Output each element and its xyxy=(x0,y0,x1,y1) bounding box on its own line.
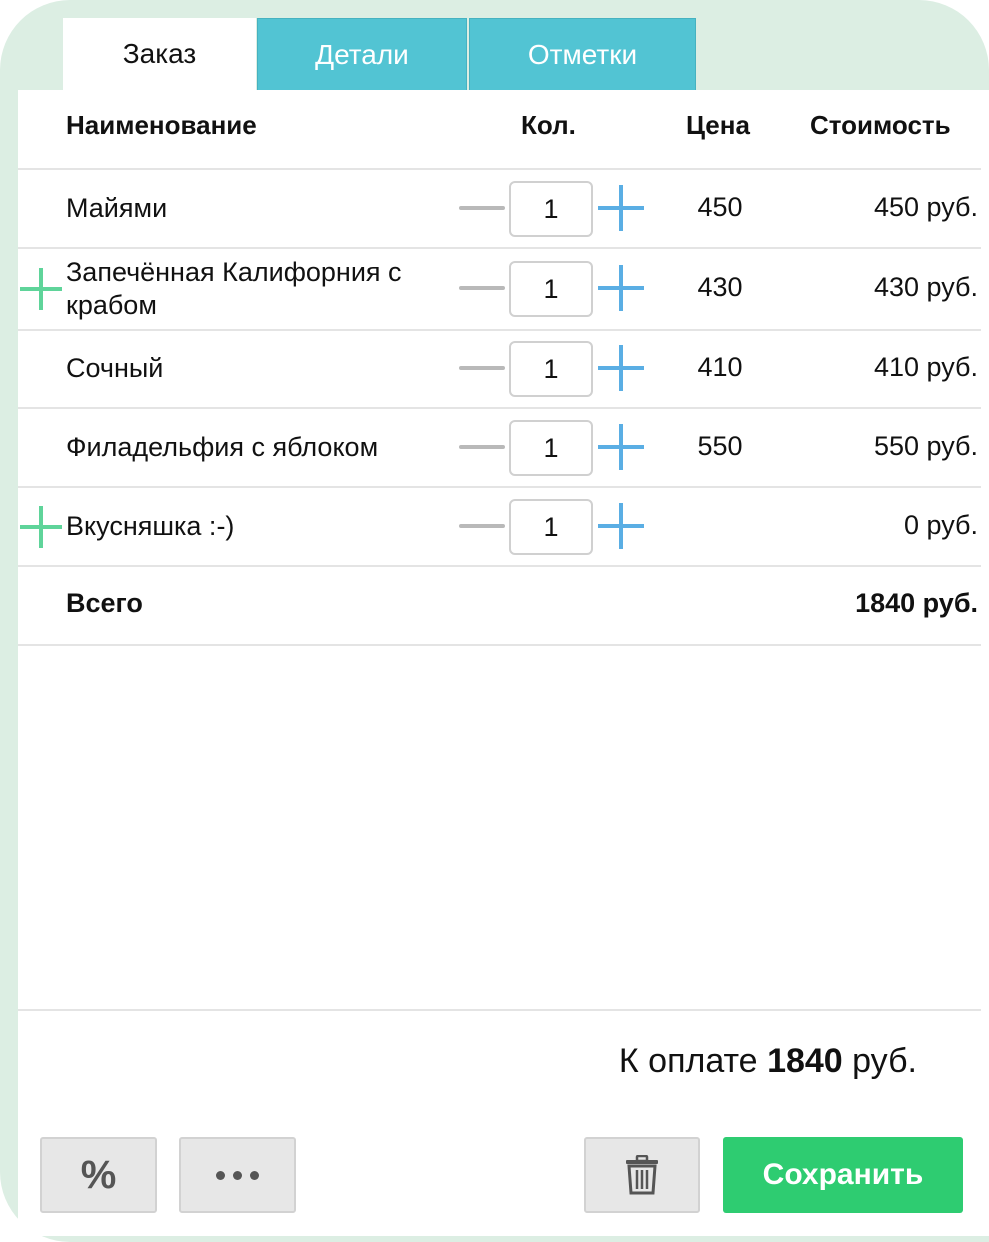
amount-due-value: 1840 xyxy=(767,1042,843,1080)
item-sum: 430 руб. xyxy=(873,272,978,302)
column-header-price: Цена xyxy=(686,110,750,140)
increase-qty-button[interactable] xyxy=(598,424,644,470)
tab-order[interactable]: Заказ xyxy=(63,18,256,90)
tab-notes[interactable]: Отметки xyxy=(469,18,696,90)
quantity-field[interactable] xyxy=(509,261,593,317)
item-sum: 550 руб. xyxy=(873,431,978,461)
delete-button[interactable] xyxy=(584,1137,700,1213)
more-options-button[interactable] xyxy=(179,1137,296,1213)
column-header-name: Наименование xyxy=(66,110,257,140)
item-sum: 410 руб. xyxy=(873,352,978,382)
decrease-qty-button[interactable] xyxy=(459,524,505,528)
amount-due-label: К оплате xyxy=(618,1042,758,1080)
decrease-qty-button[interactable] xyxy=(459,366,505,370)
increase-qty-button[interactable] xyxy=(598,265,644,311)
item-name: Филадельфия с яблоком xyxy=(66,432,379,462)
item-name: Запечённая Калифорния с крабом xyxy=(66,257,402,320)
tab-details[interactable]: Детали xyxy=(257,18,467,90)
row-divider xyxy=(18,329,981,331)
row-divider xyxy=(18,486,981,488)
row-divider xyxy=(18,247,981,249)
decrease-qty-button[interactable] xyxy=(459,445,505,449)
item-sum: 0 руб. xyxy=(904,510,978,540)
quantity-field[interactable] xyxy=(509,341,593,397)
item-name: Сочный xyxy=(66,353,164,383)
add-modifier-icon[interactable] xyxy=(20,506,62,548)
decrease-qty-button[interactable] xyxy=(459,206,505,210)
row-divider xyxy=(18,565,981,567)
quantity-field[interactable] xyxy=(509,499,593,555)
column-header-sum: Стоимость xyxy=(810,110,951,140)
item-name: Майями xyxy=(66,193,168,223)
row-divider xyxy=(18,168,981,170)
item-sum: 450 руб. xyxy=(873,192,978,222)
decrease-qty-button[interactable] xyxy=(459,286,505,290)
add-modifier-icon[interactable] xyxy=(20,268,62,310)
increase-qty-button[interactable] xyxy=(598,345,644,391)
amount-due: К оплате 1840 руб. xyxy=(619,1042,917,1081)
item-price: 550 xyxy=(697,431,743,461)
save-button[interactable]: Сохранить xyxy=(723,1137,963,1213)
amount-due-currency: руб. xyxy=(852,1042,917,1080)
item-price: 450 xyxy=(697,192,743,222)
trash-icon xyxy=(626,1155,658,1195)
more-dots-icon xyxy=(216,1170,259,1180)
row-divider xyxy=(18,644,981,646)
total-value: 1840 руб. xyxy=(855,588,978,618)
column-header-qty: Кол. xyxy=(521,110,576,140)
item-name: Вкусняшка :-) xyxy=(66,511,235,541)
increase-qty-button[interactable] xyxy=(598,185,644,231)
total-label: Всего xyxy=(66,588,143,618)
percent-label: % xyxy=(80,1152,117,1197)
discount-button[interactable]: % xyxy=(40,1137,157,1213)
item-price: 410 xyxy=(697,352,743,382)
row-divider xyxy=(18,407,981,409)
quantity-field[interactable] xyxy=(509,420,593,476)
footer-divider xyxy=(18,1009,981,1011)
increase-qty-button[interactable] xyxy=(598,503,644,549)
item-price: 430 xyxy=(697,272,743,302)
quantity-field[interactable] xyxy=(509,181,593,237)
